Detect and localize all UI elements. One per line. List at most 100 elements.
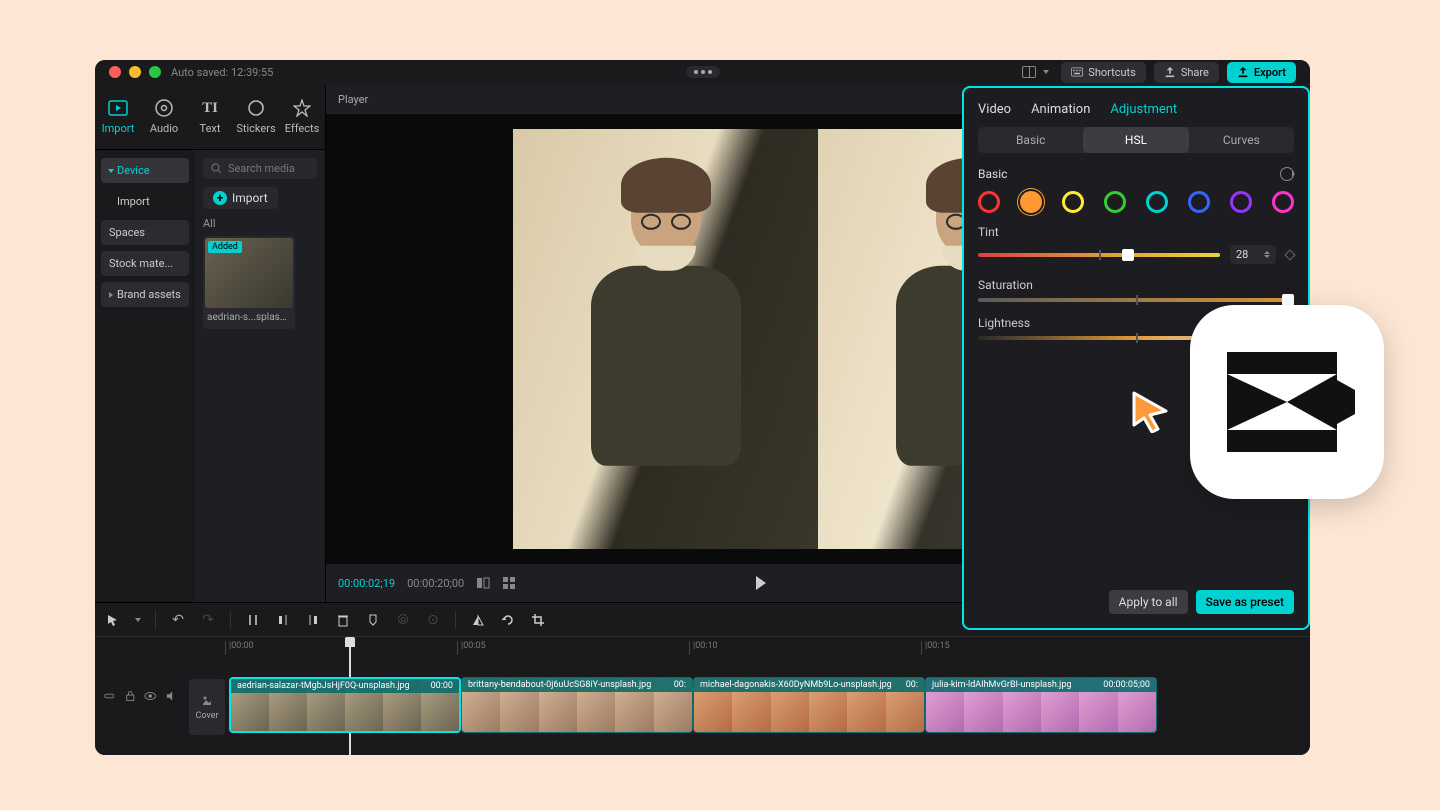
keyboard-icon <box>1071 66 1083 78</box>
pointer-tool[interactable] <box>105 612 121 628</box>
sidebar-item-device[interactable]: Device <box>101 158 189 183</box>
tab-import[interactable]: Import <box>95 84 141 149</box>
subtab-curves[interactable]: Curves <box>1189 127 1294 153</box>
tab-adjustment[interactable]: Adjustment <box>1110 102 1177 117</box>
clip-3[interactable]: michael-dagonakis-X60DyNMb9Lo-unsplash.j… <box>693 677 925 733</box>
tint-thumb[interactable] <box>1122 249 1134 261</box>
color-green[interactable] <box>1104 191 1126 213</box>
clip-4[interactable]: julia-kim-ldAIhMvGrBI-unsplash.jpg00:00:… <box>925 677 1157 733</box>
import-media-button[interactable]: + Import <box>203 187 278 209</box>
media-pane: Search media + Import All Added aedrian-… <box>195 150 325 602</box>
app-logo <box>1190 305 1384 499</box>
export-icon <box>1237 66 1249 78</box>
share-button[interactable]: Share <box>1154 62 1219 83</box>
trim-left-tool[interactable] <box>275 612 291 628</box>
tint-value[interactable]: 28 <box>1230 245 1276 264</box>
reset-button[interactable] <box>1280 167 1294 181</box>
tab-text[interactable]: TI Text <box>187 84 233 149</box>
cursor-icon <box>1128 389 1172 433</box>
timecode-current: 00:00:02;19 <box>338 577 395 590</box>
color-cyan[interactable] <box>1146 191 1168 213</box>
color-blue[interactable] <box>1188 191 1210 213</box>
grid-icon[interactable] <box>502 576 516 590</box>
tab-animation[interactable]: Animation <box>1031 102 1090 117</box>
subtab-basic[interactable]: Basic <box>978 127 1083 153</box>
media-thumb[interactable]: Added aedrian-s...splash.jpg <box>203 236 295 329</box>
section-title: Basic <box>978 167 1007 181</box>
caret-down-icon[interactable] <box>135 618 141 622</box>
subtab-hsl[interactable]: HSL <box>1083 127 1188 153</box>
export-button[interactable]: Export <box>1227 62 1296 83</box>
sidebar-item-stock[interactable]: Stock mate... <box>101 251 189 276</box>
cover-button[interactable]: Cover <box>189 679 225 735</box>
search-icon <box>211 163 222 174</box>
caret-down-icon <box>1043 70 1049 74</box>
split-tool[interactable] <box>245 612 261 628</box>
layout-icon <box>1022 66 1036 78</box>
saturation-slider[interactable] <box>978 298 1294 302</box>
color-row <box>978 191 1294 213</box>
import-icon <box>108 98 128 118</box>
sidebar-item-import[interactable]: Import <box>101 189 189 214</box>
clip-1[interactable]: aedrian-salazar-tMgbJsHjF0Q-unsplash.jpg… <box>229 677 461 733</box>
redo-button[interactable]: ↷ <box>200 612 216 628</box>
undo-button[interactable]: ↶ <box>170 612 186 628</box>
filter-all[interactable]: All <box>203 217 317 230</box>
tab-audio[interactable]: Audio <box>141 84 187 149</box>
top-tabs: Import Audio TI Text Stickers Effects <box>95 84 325 150</box>
main-upper: Import Audio TI Text Stickers Effects <box>95 84 1310 602</box>
save-preset-button[interactable]: Save as preset <box>1196 590 1294 614</box>
plus-icon: + <box>213 191 227 205</box>
tab-video[interactable]: Video <box>978 102 1011 117</box>
tint-slider[interactable] <box>978 253 1220 257</box>
stepper-icon[interactable] <box>1264 251 1270 258</box>
link-icon[interactable] <box>103 689 116 703</box>
lock-icon[interactable] <box>124 689 137 703</box>
color-orange[interactable] <box>1020 191 1042 213</box>
color-magenta[interactable] <box>1272 191 1294 213</box>
record-tool[interactable]: ⦾ <box>395 612 411 628</box>
marker-tool[interactable] <box>365 612 381 628</box>
color-yellow[interactable] <box>1062 191 1084 213</box>
compare-icon[interactable] <box>476 576 490 590</box>
maximize-window[interactable] <box>149 66 161 78</box>
keyframe-tint[interactable] <box>1284 249 1295 260</box>
color-purple[interactable] <box>1230 191 1252 213</box>
play-button[interactable] <box>756 576 766 590</box>
minimize-window[interactable] <box>129 66 141 78</box>
sidebar-item-spaces[interactable]: Spaces <box>101 220 189 245</box>
delete-tool[interactable] <box>335 612 351 628</box>
sidebar: Device Import Spaces Stock mate... Brand… <box>95 150 195 602</box>
titlebar-menu[interactable] <box>686 66 720 78</box>
eye-icon[interactable] <box>144 689 157 703</box>
tab-effects[interactable]: Effects <box>279 84 325 149</box>
layout-switcher[interactable] <box>1018 62 1053 82</box>
voiceover-tool[interactable]: ⊙ <box>425 612 441 628</box>
timeline-ruler[interactable]: |00:00 |00:05 |00:10 |00:15 <box>225 637 1310 659</box>
close-window[interactable] <box>109 66 121 78</box>
trim-right-tool[interactable] <box>305 612 321 628</box>
saturation-label: Saturation <box>978 278 1294 292</box>
apply-to-all-button[interactable]: Apply to all <box>1109 590 1188 614</box>
audio-icon <box>154 98 174 118</box>
adjust-tabs: Video Animation Adjustment <box>978 98 1294 127</box>
track-controls <box>95 677 185 755</box>
clip-2[interactable]: brittany-bendabout-0j6uUcSG8iY-unsplash.… <box>461 677 693 733</box>
left-nav: Import Audio TI Text Stickers Effects <box>95 84 325 602</box>
clips-row: aedrian-salazar-tMgbJsHjF0Q-unsplash.jpg… <box>229 677 1310 735</box>
traffic-lights <box>109 66 161 78</box>
added-tag: Added <box>208 241 242 253</box>
shortcuts-button[interactable]: Shortcuts <box>1061 62 1146 83</box>
effects-icon <box>292 98 312 118</box>
mute-icon[interactable] <box>165 689 178 703</box>
stickers-icon <box>246 98 266 118</box>
mirror-tool[interactable] <box>470 612 486 628</box>
color-red[interactable] <box>978 191 1000 213</box>
tab-stickers[interactable]: Stickers <box>233 84 279 149</box>
playhead[interactable] <box>345 637 355 647</box>
crop-tool[interactable] <box>530 612 546 628</box>
search-input[interactable]: Search media <box>203 158 317 179</box>
rotate-tool[interactable] <box>500 612 516 628</box>
text-icon: TI <box>200 98 220 118</box>
sidebar-item-brand[interactable]: Brand assets <box>101 282 189 307</box>
